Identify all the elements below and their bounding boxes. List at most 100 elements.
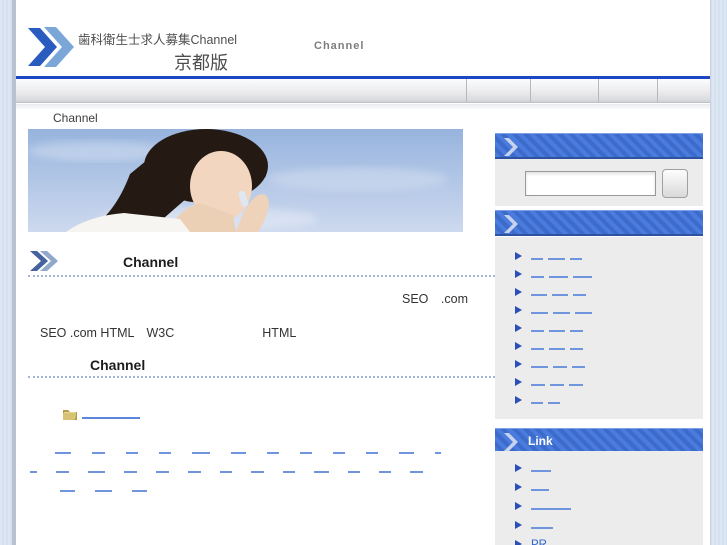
sidebar-link-underline[interactable] — [531, 294, 547, 296]
sidebar-list-item[interactable] — [515, 517, 703, 536]
triangle-bullet-icon — [515, 252, 522, 260]
text-link-underline[interactable] — [30, 471, 37, 473]
chevron-icon — [504, 138, 518, 156]
text-link-underline[interactable] — [314, 471, 329, 473]
sidebar-link-underline[interactable] — [553, 312, 570, 314]
text-link-underline[interactable] — [192, 452, 210, 454]
sidebar-list-item[interactable] — [515, 284, 703, 302]
sidebar-search-header — [495, 133, 703, 159]
sidebar-list-item[interactable] — [515, 302, 703, 320]
sidebar-link-underline[interactable] — [552, 294, 568, 296]
intro-paragraph-line1: SEO .com — [402, 292, 468, 306]
sidebar-list-item[interactable] — [515, 374, 703, 392]
main-nav — [16, 79, 710, 103]
sidebar-link-underline[interactable] — [531, 366, 548, 368]
text-link-underline[interactable] — [283, 471, 295, 473]
text-link-underline[interactable] — [300, 452, 312, 454]
section2-title: Channel — [90, 357, 146, 373]
search-input[interactable] — [525, 171, 656, 196]
sidebar-list-item[interactable] — [515, 479, 703, 498]
text-link-underline[interactable] — [132, 490, 147, 492]
text-link-underline[interactable] — [348, 471, 360, 473]
text-link-underline[interactable] — [220, 471, 232, 473]
sidebar-link-underline[interactable] — [569, 384, 583, 386]
sidebar-link-underline[interactable] — [531, 276, 544, 278]
intro-paragraph-line2: SEO .com HTML W3C HTML — [40, 322, 296, 341]
text-link-underline[interactable] — [366, 452, 378, 454]
text-link-underline[interactable] — [124, 471, 137, 473]
text-link-underline[interactable] — [92, 452, 105, 454]
sidebar-link-underline[interactable] — [531, 527, 553, 529]
sidebar-link-underline[interactable] — [531, 402, 543, 404]
text-link-underline[interactable] — [55, 452, 71, 454]
text-link-underline[interactable] — [410, 471, 423, 473]
sidebar-link-underline[interactable] — [549, 276, 568, 278]
sidebar-link-underline[interactable] — [531, 508, 571, 510]
text-link-underline[interactable] — [267, 452, 279, 454]
chevron-icon — [504, 433, 518, 451]
header-right-label: Channel — [314, 40, 365, 52]
nav-item-3[interactable] — [530, 79, 598, 102]
sidebar-link-underline[interactable] — [572, 366, 585, 368]
sidebar-link-underline[interactable] — [573, 276, 592, 278]
sidebar-list-item[interactable] — [515, 248, 703, 266]
text-link-underline[interactable] — [56, 471, 69, 473]
triangle-bullet-icon — [515, 306, 522, 314]
search-button[interactable] — [662, 169, 688, 198]
sidebar-list-item[interactable]: PR — [515, 536, 703, 545]
sidebar-link-underline[interactable] — [531, 258, 543, 260]
sidebar-link-underline[interactable] — [548, 258, 565, 260]
sidebar-link-underline[interactable] — [531, 384, 545, 386]
site-logo-text[interactable]: 歯科衛生士求人募集Channel 京都版 — [78, 29, 237, 75]
sidebar-link-underline[interactable] — [548, 402, 560, 404]
sidebar-link-underline[interactable] — [531, 312, 548, 314]
nav-item-5[interactable] — [657, 79, 710, 102]
nav-item-4[interactable] — [598, 79, 657, 102]
sidebar-link-underline[interactable] — [575, 312, 592, 314]
sidebar-list-item[interactable] — [515, 392, 703, 410]
sidebar-link-underline[interactable] — [531, 330, 544, 332]
sidebar-list-item[interactable] — [515, 460, 703, 479]
sidebar-list-item[interactable] — [515, 338, 703, 356]
sidebar-link-underline[interactable] — [550, 384, 564, 386]
link-header-label: Link — [528, 434, 553, 448]
folder-link-underline[interactable] — [82, 417, 140, 419]
triangle-bullet-icon — [515, 342, 522, 350]
nav-item-2[interactable] — [466, 79, 530, 102]
text-link-underline[interactable] — [88, 471, 105, 473]
text-link-underline[interactable] — [60, 490, 75, 492]
sidebar-link-underline[interactable] — [570, 348, 583, 350]
text-link-underline[interactable] — [188, 471, 201, 473]
sidebar-link-underline[interactable] — [531, 470, 551, 472]
sidebar-link-underline[interactable] — [570, 330, 583, 332]
text-link-underline[interactable] — [333, 452, 345, 454]
sidebar-link-underline[interactable] — [570, 258, 582, 260]
sidebar-link-list: PR — [495, 451, 703, 545]
folder-link-row[interactable] — [62, 406, 140, 424]
text-link-underline[interactable] — [95, 490, 112, 492]
sidebar-list-item[interactable] — [515, 498, 703, 517]
sidebar-list-item[interactable] — [515, 320, 703, 338]
section1-divider — [28, 275, 499, 277]
sidebar-link-underline[interactable] — [531, 348, 544, 350]
sidebar-link[interactable]: PR — [531, 539, 547, 545]
text-link-underline[interactable] — [231, 452, 246, 454]
intro-line2-right: HTML — [262, 326, 297, 340]
text-link-underline[interactable] — [156, 471, 169, 473]
text-link-underline[interactable] — [435, 452, 441, 454]
text-link-underline[interactable] — [399, 452, 414, 454]
sidebar-link-underline[interactable] — [531, 489, 549, 491]
sidebar-link-underline[interactable] — [549, 348, 565, 350]
sidebar-list-item[interactable] — [515, 266, 703, 284]
text-link-underline[interactable] — [251, 471, 264, 473]
site-logo-chevrons-icon[interactable] — [28, 27, 76, 72]
nav-item-1[interactable] — [16, 79, 466, 102]
text-link-underline[interactable] — [379, 471, 391, 473]
sidebar-link-underline[interactable] — [553, 366, 567, 368]
sidebar-link-underline[interactable] — [549, 330, 565, 332]
text-link-underline[interactable] — [126, 452, 138, 454]
text-link-underline[interactable] — [159, 452, 171, 454]
triangle-bullet-icon — [515, 378, 522, 386]
sidebar-list-item[interactable] — [515, 356, 703, 374]
sidebar-link-underline[interactable] — [573, 294, 586, 296]
